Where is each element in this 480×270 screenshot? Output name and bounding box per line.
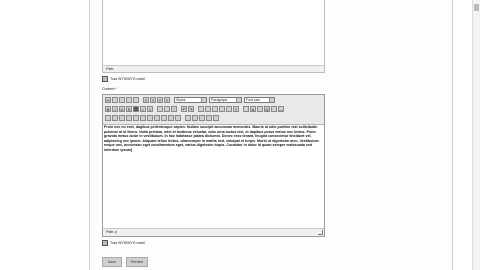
indent-icon[interactable] bbox=[164, 106, 170, 112]
superscript-icon[interactable] bbox=[199, 115, 205, 121]
source-code-icon[interactable] bbox=[243, 106, 249, 112]
paragraph-select[interactable]: Paragraph bbox=[209, 97, 242, 103]
align-justify-icon[interactable]: ≡ bbox=[164, 97, 170, 103]
delete-col-icon[interactable] bbox=[161, 115, 167, 121]
insert-row-before-icon[interactable] bbox=[126, 115, 132, 121]
editor-content[interactable]: Proin nec mi eset, dagibus pellentesque … bbox=[104, 125, 320, 153]
split-cells-icon[interactable] bbox=[168, 115, 174, 121]
insert-row-after-icon[interactable] bbox=[133, 115, 139, 121]
outdent-icon[interactable] bbox=[157, 106, 163, 112]
horizontal-rule-icon[interactable]: — bbox=[278, 106, 284, 112]
fullscreen-icon[interactable] bbox=[206, 115, 212, 121]
toggle-wysiwyg-top-label: Toss WYSIWYG moful bbox=[110, 76, 146, 81]
upper-editor-path-label: Path: bbox=[106, 67, 115, 71]
background-color-icon[interactable] bbox=[257, 106, 263, 112]
strikethrough-icon[interactable]: S bbox=[126, 106, 132, 112]
cell-props-icon[interactable] bbox=[119, 115, 125, 121]
scrollbar-thumb[interactable] bbox=[474, 4, 479, 11]
cleanup-icon[interactable] bbox=[226, 106, 232, 112]
paste-icon[interactable] bbox=[119, 97, 125, 103]
toolbar-row-3 bbox=[105, 114, 219, 122]
paragraph-select-value: Paragraph bbox=[211, 98, 228, 102]
toggle-wysiwyg-top-checkbox[interactable] bbox=[102, 76, 108, 82]
italic-icon[interactable]: I bbox=[112, 106, 118, 112]
content-editor[interactable]: ✂ ≡ ≡ ≡ ≡ Styles Paragraph Font size B I… bbox=[102, 94, 325, 237]
save-button[interactable]: Save bbox=[102, 257, 122, 267]
styles-select[interactable]: Styles bbox=[174, 97, 207, 103]
toggle-wysiwyg-bottom-checkbox[interactable] bbox=[102, 240, 108, 246]
image-icon[interactable] bbox=[219, 106, 225, 112]
editor-path-bar: Path: p bbox=[103, 228, 324, 236]
insert-col-after-icon[interactable] bbox=[154, 115, 160, 121]
media-icon[interactable] bbox=[213, 115, 219, 121]
bold-icon[interactable]: B bbox=[105, 106, 111, 112]
redo-icon[interactable]: ↷ bbox=[188, 106, 194, 112]
align-right-icon[interactable]: ≡ bbox=[157, 97, 163, 103]
paste-word-icon[interactable] bbox=[133, 97, 139, 103]
insert-col-before-icon[interactable] bbox=[147, 115, 153, 121]
undo-icon[interactable]: ↶ bbox=[181, 106, 187, 112]
preview-button[interactable]: Preview bbox=[126, 257, 148, 267]
content-label: Content:* bbox=[102, 87, 117, 91]
special-char-icon[interactable]: Ω bbox=[264, 106, 270, 112]
editor-resize-handle[interactable] bbox=[318, 230, 323, 235]
toggle-wysiwyg-top[interactable]: Toss WYSIWYG moful bbox=[102, 76, 145, 82]
numbered-list-icon[interactable]: 1 bbox=[147, 106, 153, 112]
styles-select-value: Styles bbox=[176, 98, 186, 102]
unlink-icon[interactable] bbox=[205, 106, 211, 112]
toolbar-row-1: ✂ ≡ ≡ ≡ ≡ Styles Paragraph Font size bbox=[105, 96, 275, 104]
editor-toolbar: ✂ ≡ ≡ ≡ ≡ Styles Paragraph Font size B I… bbox=[103, 95, 324, 125]
subscript-icon[interactable] bbox=[192, 115, 198, 121]
blockquote-icon[interactable]: “ bbox=[171, 106, 177, 112]
font-size-select[interactable]: Font size bbox=[244, 97, 275, 103]
link-icon[interactable] bbox=[198, 106, 204, 112]
toggle-wysiwyg-bottom[interactable]: Toss WYSIWYG moful bbox=[102, 240, 145, 246]
merge-cells-icon[interactable] bbox=[175, 115, 181, 121]
upper-editor[interactable]: Path: bbox=[102, 0, 325, 73]
editor-path-label: Path: p bbox=[106, 230, 118, 234]
paste-text-icon[interactable] bbox=[126, 97, 132, 103]
table-icon[interactable] bbox=[105, 115, 111, 121]
code-view-icon[interactable] bbox=[133, 106, 139, 112]
emoticon-icon[interactable] bbox=[271, 106, 277, 112]
visual-aid-icon[interactable] bbox=[185, 115, 191, 121]
underline-icon[interactable]: U bbox=[119, 106, 125, 112]
help-icon[interactable]: ? bbox=[233, 106, 239, 112]
text-color-icon[interactable]: A bbox=[250, 106, 256, 112]
toggle-wysiwyg-bottom-label: Toss WYSIWYG moful bbox=[110, 240, 146, 245]
anchor-icon[interactable] bbox=[212, 106, 218, 112]
font-size-select-value: Font size bbox=[246, 98, 261, 102]
align-center-icon[interactable]: ≡ bbox=[150, 97, 156, 103]
cut-icon[interactable]: ✂ bbox=[105, 97, 111, 103]
align-left-icon[interactable]: ≡ bbox=[143, 97, 149, 103]
toolbar-row-2: B I U S • 1 “ ↶ ↷ ? A Ω — bbox=[105, 105, 284, 113]
vertical-scrollbar[interactable] bbox=[472, 0, 480, 270]
bullet-list-icon[interactable]: • bbox=[140, 106, 146, 112]
copy-icon[interactable] bbox=[112, 97, 118, 103]
delete-row-icon[interactable] bbox=[140, 115, 146, 121]
upper-editor-path: Path: bbox=[103, 65, 324, 72]
row-props-icon[interactable] bbox=[112, 115, 118, 121]
